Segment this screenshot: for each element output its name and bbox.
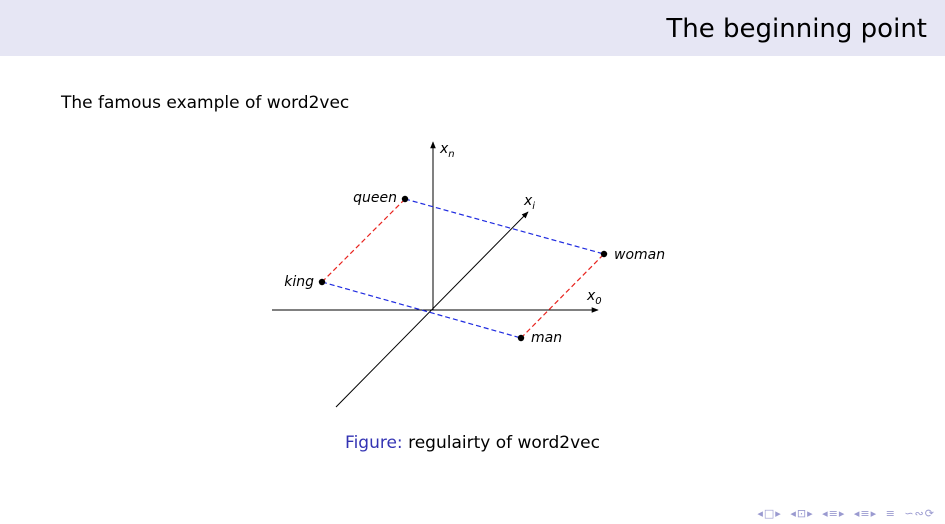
x0-axis-label: x0 xyxy=(586,288,602,307)
woman-point xyxy=(600,250,608,258)
figure-caption-text: regulairty of word2vec xyxy=(408,433,600,453)
figure-label: Figure: xyxy=(345,433,403,453)
beamer-navigation: ◂□▸ ◂⊡▸ ◂≡▸ ◂≡▸ ≡ ∽∾⟳ xyxy=(753,507,935,520)
nav-subsection-icon[interactable]: ◂≡▸ xyxy=(822,507,845,520)
king-label: king xyxy=(284,274,314,290)
nav-section-icon[interactable]: ◂≡▸ xyxy=(854,507,877,520)
xn-axis-label: xn xyxy=(439,141,455,160)
king-point xyxy=(318,278,326,286)
queen-point xyxy=(401,195,409,203)
figure-caption: Figure: regulairty of word2vec xyxy=(0,433,945,453)
man-point xyxy=(517,334,525,342)
queen-label: queen xyxy=(353,190,397,206)
xi-axis-label: xi xyxy=(523,193,535,212)
nav-frame-icon[interactable]: ◂⊡▸ xyxy=(790,507,813,520)
woman-label: woman xyxy=(614,247,665,263)
nav-align-icon[interactable]: ≡ xyxy=(886,507,896,520)
man-label: man xyxy=(531,330,562,346)
nav-first-icon[interactable]: ◂□▸ xyxy=(757,507,781,520)
king-queen-line xyxy=(321,198,406,283)
queen-woman-line xyxy=(404,198,605,255)
nav-search-icon[interactable]: ∽∾⟳ xyxy=(904,507,935,520)
